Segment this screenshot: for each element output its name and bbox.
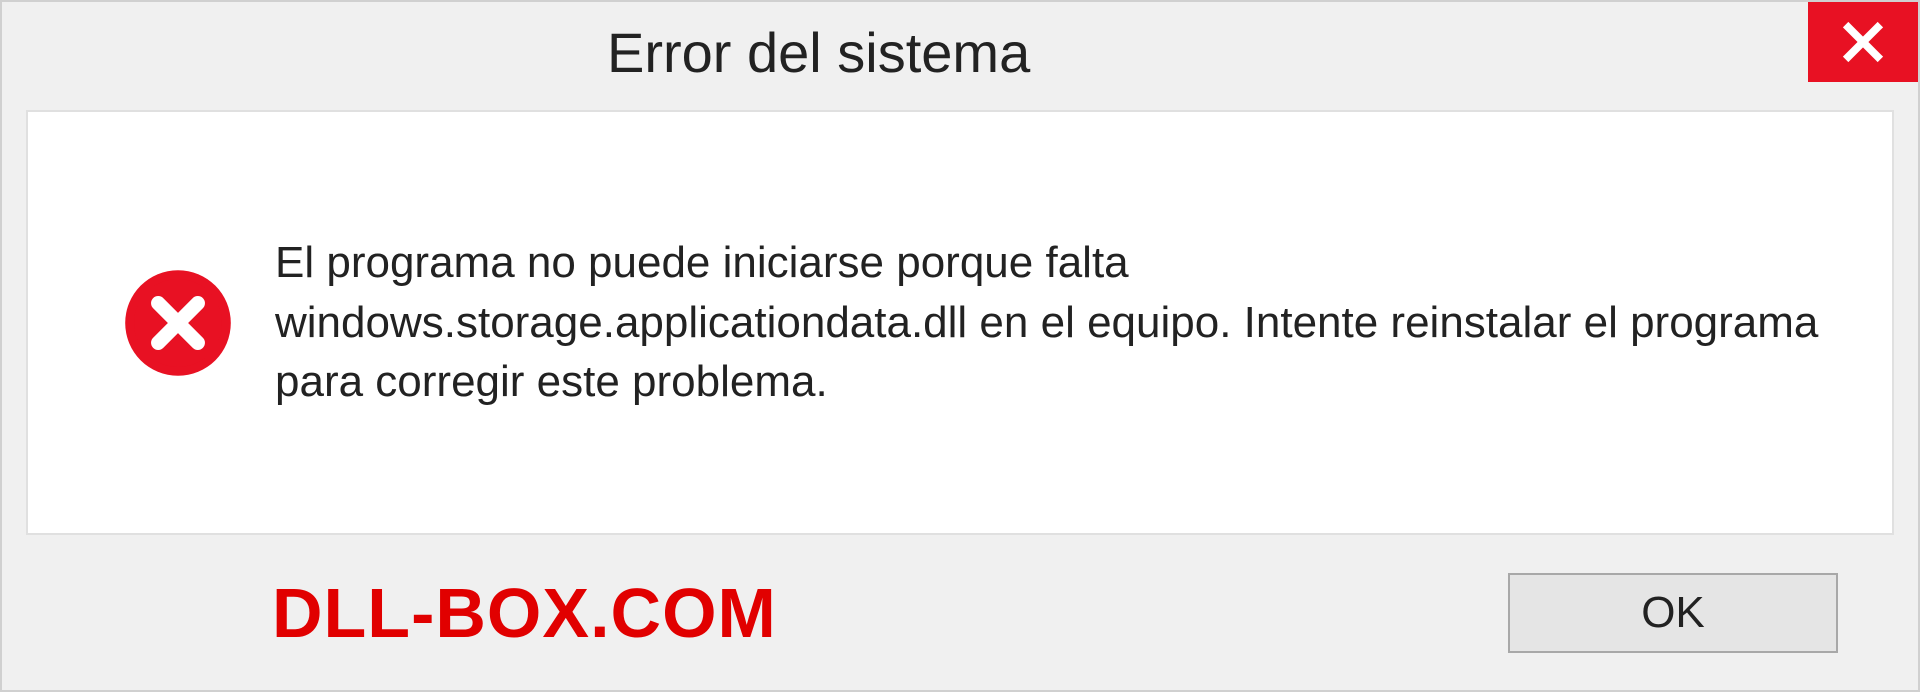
close-icon [1841,20,1885,64]
error-dialog: Error del sistema El programa no puede i… [0,0,1920,692]
titlebar: Error del sistema [2,2,1918,102]
watermark-text: DLL-BOX.COM [272,573,777,653]
dialog-footer: DLL-BOX.COM OK [2,535,1918,690]
ok-button[interactable]: OK [1508,573,1838,653]
error-icon [123,268,233,378]
content-area: El programa no puede iniciarse porque fa… [26,110,1894,535]
error-message: El programa no puede iniciarse porque fa… [275,233,1822,411]
dialog-title: Error del sistema [607,20,1030,85]
close-button[interactable] [1808,2,1918,82]
